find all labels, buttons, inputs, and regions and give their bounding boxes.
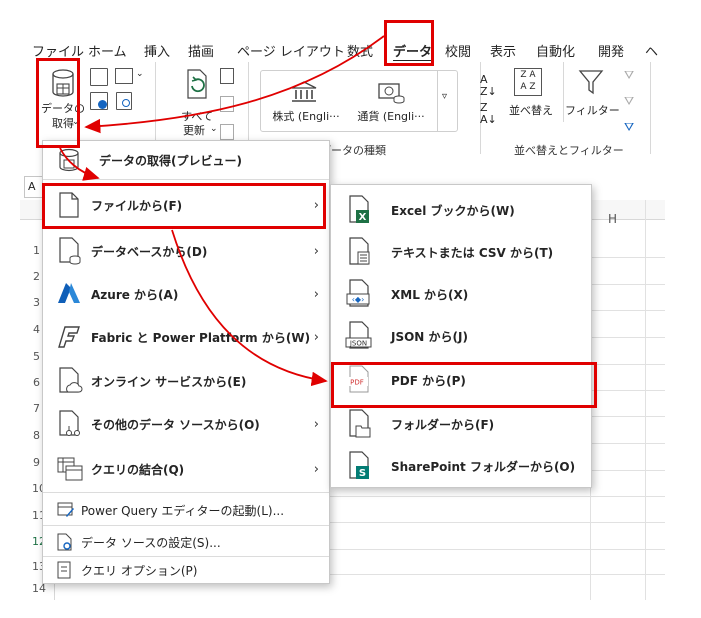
arrow-get-data-to-from-file: [59, 147, 100, 181]
annotation-arrows: [59, 35, 385, 387]
arrow-data-to-get-data: [84, 35, 385, 134]
arrow-from-file-to-pdf: [171, 229, 328, 387]
